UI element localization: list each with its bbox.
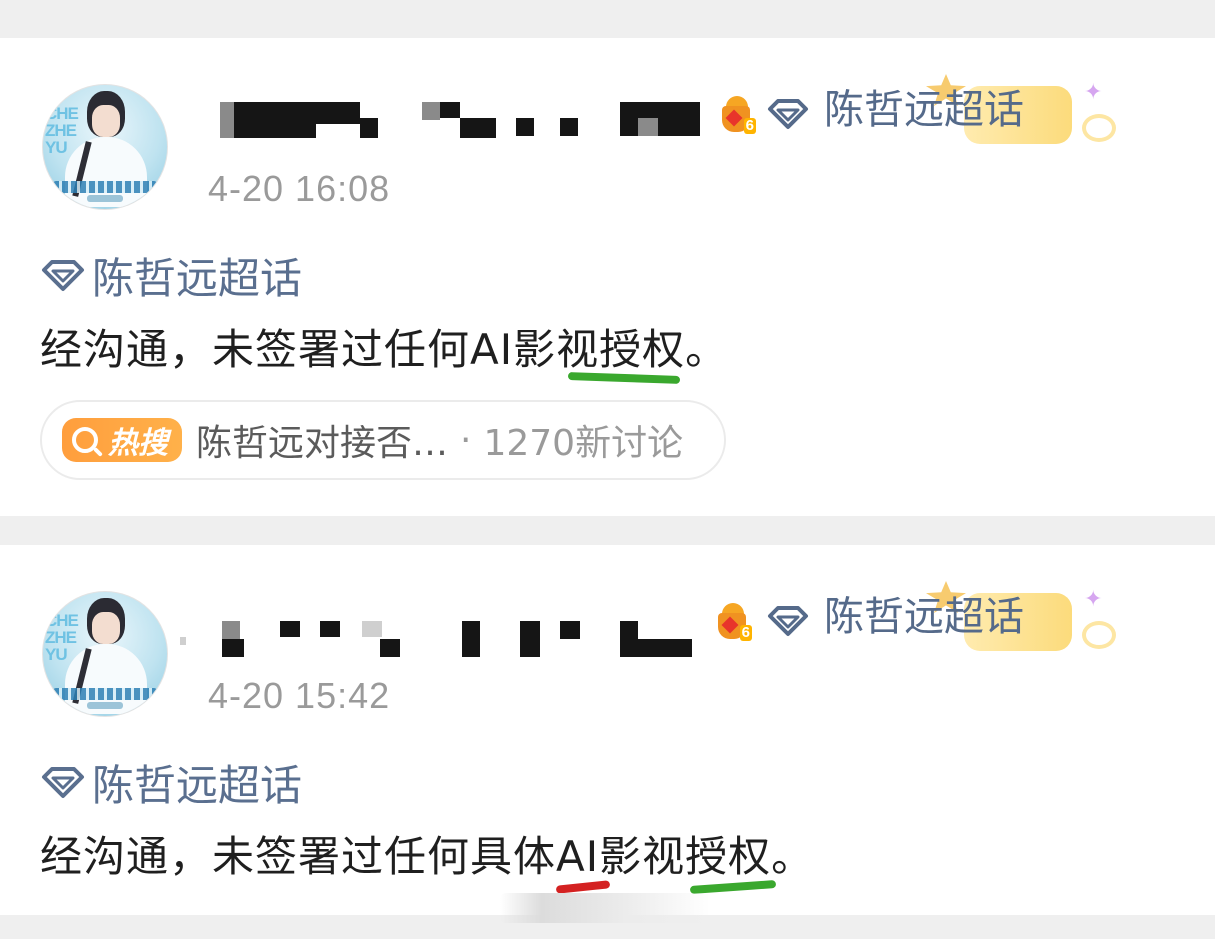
topic-link-label: 陈哲远超话 [92,253,303,303]
diamond-icon [42,260,84,291]
author-name-redacted[interactable] [180,617,700,657]
super-topic-label: 陈哲远超话 [824,87,1024,133]
super-topic-tag[interactable]: ✦ 陈哲远超话 [766,74,1126,144]
topic-link[interactable]: 陈哲远超话 [40,250,302,303]
post-text: 经沟通，未签署过任何具体AI影视授权。 [40,832,815,881]
post-text: 经沟通，未签署过任何AI影视授权。 [40,325,729,374]
diamond-icon [768,99,808,129]
diamond-icon [42,767,84,798]
post-card-2[interactable]: CHE ZHE YU 6 ✦ 陈哲远超话 4-20 15:42 陈哲远超话 经沟… [0,545,1215,915]
super-topic-tag[interactable]: ✦ 陈哲远超话 [766,581,1126,651]
hot-search-topic: 陈哲远对接否… [196,423,449,464]
separator: · [460,419,472,461]
topic-link[interactable]: 陈哲远超话 [40,757,302,810]
topic-link-label: 陈哲远超话 [92,760,303,810]
fan-rank-badge[interactable]: 6 [720,96,756,134]
hot-search-count: 1270新讨论 [483,423,684,464]
post-timestamp: 4-20 15:42 [208,675,391,716]
search-icon [72,427,98,453]
hot-search-badge: 热搜 [62,418,182,462]
diamond-icon [768,606,808,636]
author-name-redacted[interactable] [220,98,700,138]
post-card-1[interactable]: CHE ZHE YU 6 ✦ 陈哲远超话 4-20 16:08 陈哲远超话 经沟… [0,38,1215,516]
super-topic-label: 陈哲远超话 [824,594,1024,640]
author-avatar[interactable]: CHE ZHE YU [42,591,168,717]
hot-search-pill[interactable]: 热搜 陈哲远对接否… · 1270新讨论 [40,400,726,480]
post-timestamp: 4-20 16:08 [208,168,391,209]
author-avatar[interactable]: CHE ZHE YU [42,84,168,210]
blur-artifact [500,893,710,923]
fan-rank-badge[interactable]: 6 [716,603,752,641]
